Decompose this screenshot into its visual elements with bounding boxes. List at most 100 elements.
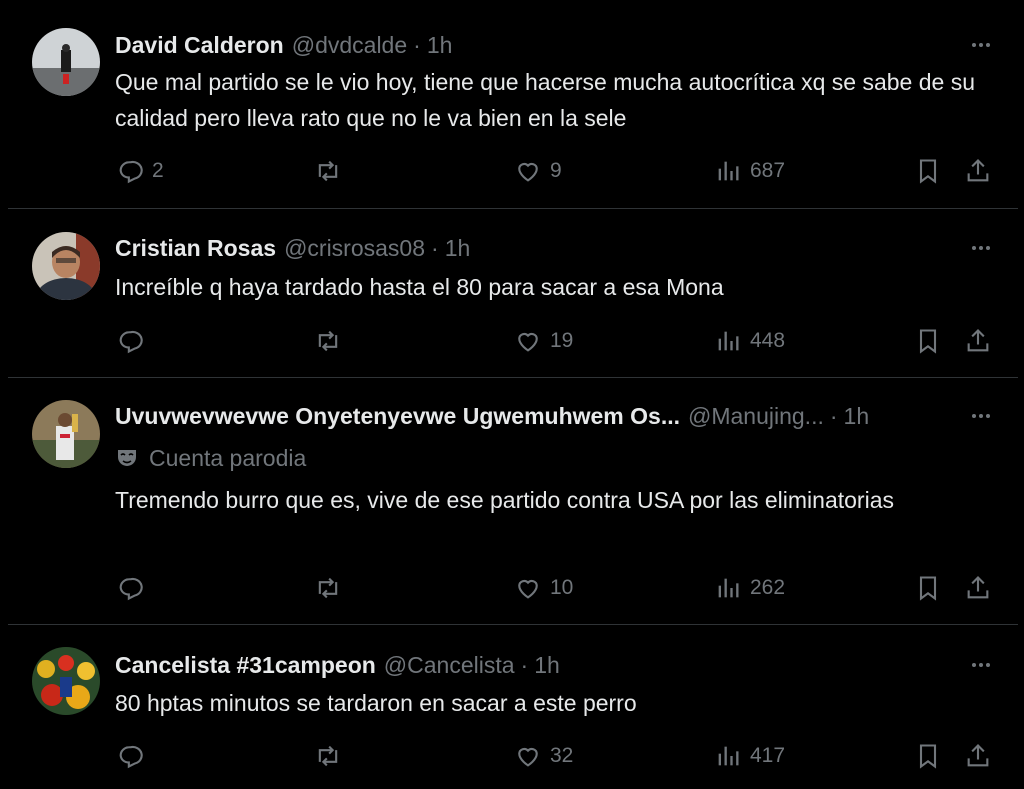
timestamp[interactable]: 1h — [427, 32, 453, 59]
tweet[interactable]: Cancelista #31campeon @Cancelista · 1h 8… — [8, 624, 1018, 789]
share-icon — [967, 576, 989, 599]
share-button[interactable] — [964, 323, 992, 359]
retweet-button[interactable] — [314, 153, 350, 189]
retweet-icon — [318, 330, 338, 352]
views-button[interactable]: 448 — [714, 323, 785, 359]
parody-label-text: Cuenta parodia — [149, 444, 307, 471]
action-bar: 10 262 — [8, 570, 1018, 606]
timestamp[interactable]: 1h — [844, 403, 870, 430]
like-button[interactable]: 32 — [514, 738, 573, 774]
like-button[interactable]: 10 — [514, 570, 573, 606]
handle[interactable]: @crisrosas08 — [284, 235, 425, 262]
views-button[interactable]: 262 — [714, 570, 785, 606]
share-icon — [967, 329, 989, 352]
like-icon — [518, 579, 538, 599]
reply-icon — [119, 330, 143, 354]
tweet[interactable]: David Calderon @dvdcalde · 1h Que mal pa… — [8, 0, 1018, 208]
views-count: 262 — [750, 576, 786, 599]
bookmark-icon — [919, 576, 937, 601]
retweet-button[interactable] — [314, 570, 350, 606]
more-button[interactable] — [966, 30, 996, 60]
tweet-text: Increíble q haya tardado hasta el 80 par… — [115, 274, 724, 300]
views-count: 687 — [750, 159, 786, 182]
action-bar: 32 417 — [8, 738, 1018, 774]
views-icon — [718, 578, 739, 598]
more-button[interactable] — [966, 650, 996, 680]
tweet[interactable]: Cristian Rosas @crisrosas08 · 1h Increíb… — [8, 208, 1018, 377]
action-bar: 2 9 687 — [8, 153, 1018, 189]
tweet-header: Cancelista #31campeon @Cancelista · 1h — [115, 650, 998, 680]
more-button[interactable] — [966, 233, 996, 263]
tweet-header: Uvuvwevwevwe Onyetenyevwe Ugwemuhwem Os.… — [115, 401, 998, 431]
more-button[interactable] — [966, 401, 996, 431]
retweet-button[interactable] — [314, 323, 350, 359]
like-count: 19 — [550, 329, 574, 352]
like-icon — [518, 162, 538, 182]
like-count: 32 — [550, 744, 574, 767]
reply-button[interactable] — [116, 738, 152, 774]
views-count: 417 — [750, 744, 786, 767]
more-icon — [972, 663, 990, 667]
reply-button[interactable]: 2 — [116, 153, 164, 189]
parody-mask-icon — [118, 450, 136, 466]
display-name[interactable]: David Calderon — [115, 32, 284, 59]
share-button[interactable] — [964, 153, 992, 189]
more-icon — [972, 43, 990, 47]
handle[interactable]: @dvdcalde — [292, 32, 407, 59]
avatar[interactable] — [32, 647, 100, 715]
views-count: 448 — [750, 329, 786, 352]
timestamp[interactable]: 1h — [534, 652, 560, 679]
action-bar: 19 448 — [8, 323, 1018, 359]
bookmark-button[interactable] — [914, 323, 942, 359]
reply-count: 2 — [152, 159, 164, 182]
tweet[interactable]: Uvuvwevwevwe Onyetenyevwe Ugwemuhwem Os.… — [8, 377, 1018, 624]
display-name[interactable]: Cristian Rosas — [115, 235, 276, 262]
handle[interactable]: @Manujing... — [688, 403, 824, 430]
avatar[interactable] — [32, 400, 100, 468]
bookmark-icon — [919, 744, 937, 769]
like-button[interactable]: 19 — [514, 323, 573, 359]
replies-feed: David Calderon @dvdcalde · 1h Que mal pa… — [0, 0, 1024, 789]
reply-icon — [119, 577, 143, 601]
reply-icon — [119, 745, 143, 769]
retweet-icon — [318, 745, 338, 767]
share-icon — [967, 744, 989, 767]
like-icon — [518, 332, 538, 352]
tweet-header: Cristian Rosas @crisrosas08 · 1h — [115, 233, 998, 263]
separator-dot: · — [829, 402, 838, 429]
retweet-icon — [318, 577, 338, 599]
timestamp[interactable]: 1h — [445, 235, 471, 262]
bookmark-button[interactable] — [914, 738, 942, 774]
display-name[interactable]: Uvuvwevwevwe Onyetenyevwe Ugwemuhwem Os.… — [115, 403, 680, 430]
views-button[interactable]: 417 — [714, 738, 785, 774]
tweet-text: Tremendo burro que es, vive de ese parti… — [115, 487, 894, 513]
more-icon — [972, 246, 990, 250]
share-icon — [967, 159, 989, 182]
tweet-text: Que mal partido se le vio hoy, tiene que… — [115, 69, 976, 131]
reply-button[interactable] — [116, 570, 152, 606]
handle[interactable]: @Cancelista — [384, 652, 515, 679]
share-button[interactable] — [964, 570, 992, 606]
avatar[interactable] — [32, 232, 100, 300]
separator-dot: · — [413, 31, 421, 58]
bookmark-button[interactable] — [914, 570, 942, 606]
reply-button[interactable] — [116, 323, 152, 359]
views-icon — [718, 161, 739, 181]
bookmark-icon — [919, 159, 937, 184]
tweet-header: David Calderon @dvdcalde · 1h — [115, 30, 998, 60]
like-button[interactable]: 9 — [514, 153, 562, 189]
views-button[interactable]: 687 — [714, 153, 785, 189]
retweet-icon — [318, 160, 338, 182]
views-icon — [718, 746, 739, 766]
retweet-button[interactable] — [314, 738, 350, 774]
avatar[interactable] — [32, 28, 100, 96]
views-icon — [718, 331, 739, 351]
display-name[interactable]: Cancelista #31campeon — [115, 652, 376, 679]
share-button[interactable] — [964, 738, 992, 774]
bookmark-button[interactable] — [914, 153, 942, 189]
separator-dot: · — [520, 651, 529, 678]
tweet-text: 80 hptas minutos se tardaron en sacar a … — [115, 690, 637, 716]
like-count: 10 — [550, 576, 574, 599]
separator-dot: · — [431, 234, 439, 261]
more-icon — [972, 414, 990, 418]
